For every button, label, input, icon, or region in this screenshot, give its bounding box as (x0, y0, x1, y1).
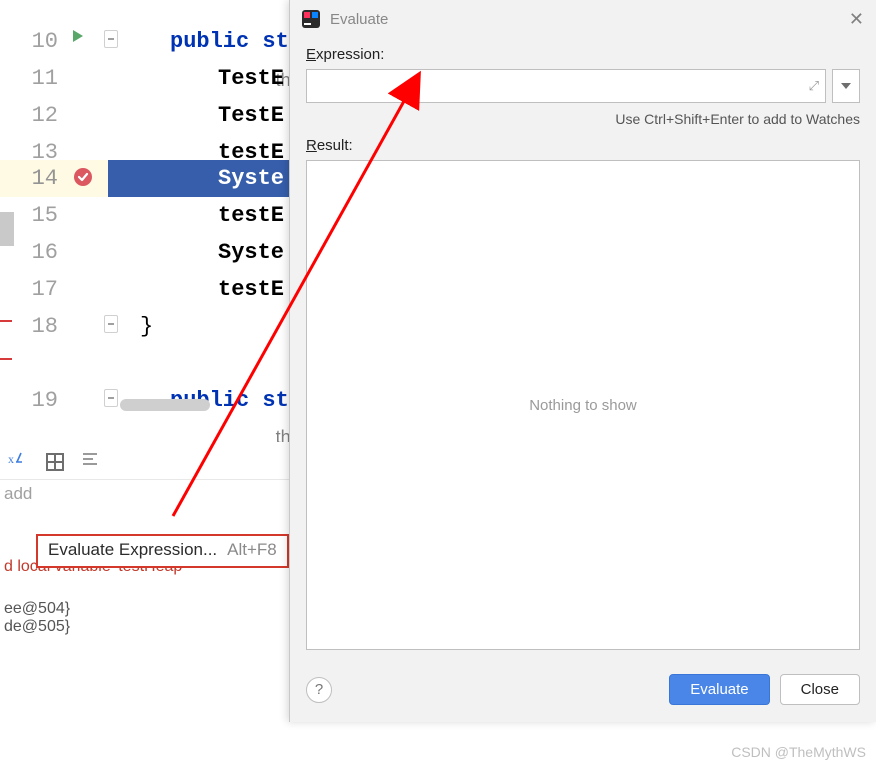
expression-label: Expression: (306, 46, 860, 63)
watermark: CSDN @TheMythWS (731, 744, 866, 760)
evaluate-dialog: Evaluate ✕ Expression: ⤢ Use Ctrl+Shift+… (289, 0, 876, 722)
line-number: 18 (0, 308, 62, 345)
filters-icon[interactable] (82, 452, 102, 471)
result-placeholder: Nothing to show (529, 397, 637, 414)
evaluate-button[interactable]: Evaluate (669, 674, 769, 705)
code-line: TestE (218, 60, 284, 97)
line-number: 15 (0, 197, 62, 234)
new-watch-icon[interactable]: x (8, 452, 28, 471)
dialog-title: Evaluate (330, 11, 849, 28)
fold-toggle-icon[interactable] (104, 30, 118, 48)
code-line: } (140, 308, 153, 345)
horizontal-scrollbar[interactable] (120, 399, 210, 411)
code-line: TestE (218, 97, 284, 134)
change-marker-icon (0, 358, 12, 360)
tooltip-shortcut: Alt+F8 (227, 540, 277, 560)
result-label: Result: (306, 137, 860, 154)
svg-text:x: x (8, 452, 14, 466)
run-gutter-icon[interactable] (70, 28, 86, 49)
expression-input[interactable]: ⤢ (306, 69, 826, 103)
line-number: 12 (0, 97, 62, 134)
close-button[interactable]: Close (780, 674, 860, 705)
line-number: 14 (0, 160, 62, 197)
code-line: Syste (218, 234, 284, 271)
result-area: Nothing to show (306, 160, 860, 650)
expression-history-dropdown[interactable] (832, 69, 860, 103)
fold-toggle-icon[interactable] (104, 389, 118, 407)
line-number: 17 (0, 271, 62, 308)
help-button[interactable]: ? (306, 677, 332, 703)
code-line: testE (218, 197, 284, 234)
fold-toggle-icon[interactable] (104, 315, 118, 333)
evaluate-expression-tooltip[interactable]: Evaluate Expression... Alt+F8 (36, 534, 289, 568)
line-number: 19 (0, 382, 62, 419)
change-marker-icon (0, 320, 12, 322)
close-icon[interactable]: ✕ (849, 9, 864, 30)
code-line: testE (218, 271, 284, 308)
tooltip-label: Evaluate Expression... (48, 540, 217, 560)
expand-icon[interactable]: ⤢ (809, 78, 819, 94)
line-number: 11 (0, 60, 62, 97)
calculator-icon[interactable] (46, 453, 64, 471)
dialog-titlebar[interactable]: Evaluate ✕ (290, 0, 876, 38)
breakpoint-icon[interactable] (72, 166, 94, 193)
intellij-logo-icon (302, 10, 320, 28)
watches-hint: Use Ctrl+Shift+Enter to add to Watches (306, 111, 860, 127)
code-line: public st (170, 23, 289, 60)
line-number: 16 (0, 234, 62, 271)
line-number: 10 (0, 23, 62, 60)
